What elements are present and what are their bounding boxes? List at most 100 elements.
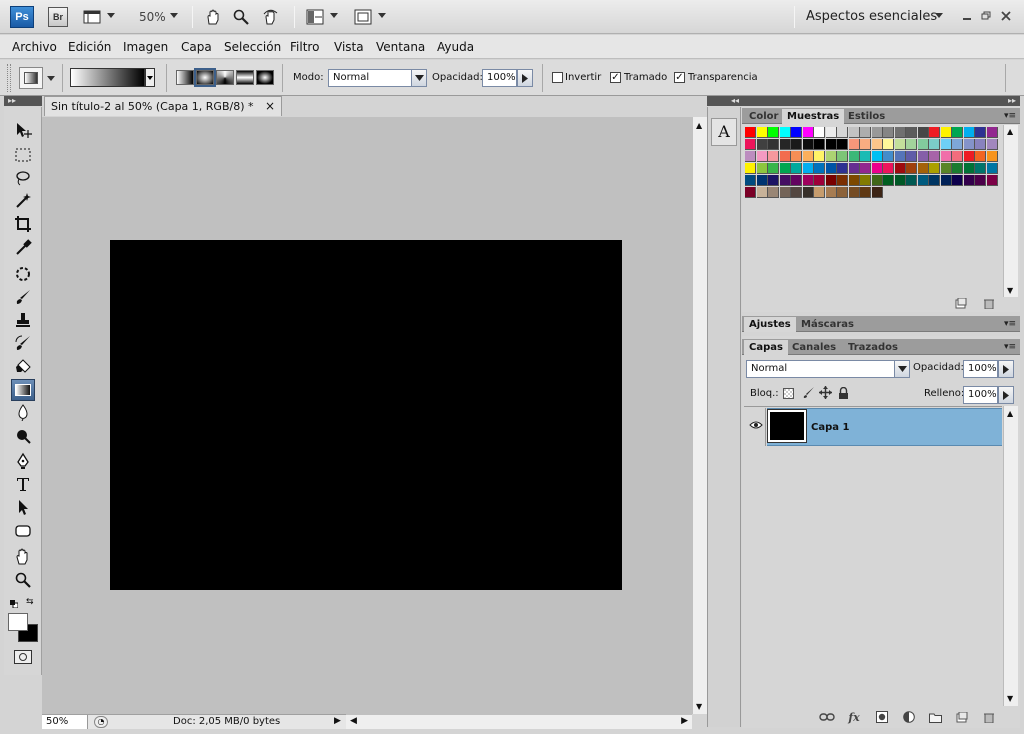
color-swatch[interactable]: [940, 151, 952, 162]
scroll-up-icon[interactable]: ▲: [1007, 409, 1013, 418]
color-swatch[interactable]: [768, 151, 779, 162]
new-swatch-icon[interactable]: [955, 297, 967, 309]
opacity-input[interactable]: 100%: [482, 69, 517, 87]
swatch-grid[interactable]: [745, 127, 998, 199]
trash-icon[interactable]: [983, 298, 995, 310]
layer-opacity-input[interactable]: 100%: [963, 360, 998, 378]
color-swatch[interactable]: [917, 163, 929, 174]
color-swatch[interactable]: [814, 151, 825, 162]
color-swatch[interactable]: [929, 151, 940, 162]
pen-tool-icon[interactable]: [13, 451, 33, 471]
panel-menu-icon[interactable]: ▾≡: [1002, 319, 1016, 329]
color-swatch[interactable]: [814, 163, 825, 174]
color-swatch[interactable]: [975, 163, 986, 174]
color-swatch[interactable]: [986, 127, 998, 138]
reflected-gradient-button[interactable]: [236, 70, 254, 85]
color-swatch[interactable]: [963, 139, 975, 150]
color-swatch[interactable]: [814, 187, 825, 198]
shape-tool-icon[interactable]: [13, 521, 33, 541]
linear-gradient-button[interactable]: [176, 70, 194, 85]
layer-thumbnail[interactable]: [767, 409, 807, 443]
color-swatch[interactable]: [791, 175, 802, 186]
color-swatch[interactable]: [848, 151, 860, 162]
fill-slider-button[interactable]: [998, 386, 1014, 404]
color-swatch[interactable]: [814, 127, 825, 138]
invert-checkbox[interactable]: [552, 72, 563, 83]
dither-checkbox[interactable]: ✓: [610, 72, 621, 83]
menu-ventana[interactable]: Ventana: [376, 40, 425, 54]
tab-canales[interactable]: Canales: [787, 340, 841, 355]
color-swatch[interactable]: [802, 187, 814, 198]
color-swatch[interactable]: [837, 187, 848, 198]
color-swatch[interactable]: [894, 151, 906, 162]
adjustment-icon[interactable]: [902, 711, 916, 723]
color-swatch[interactable]: [768, 175, 779, 186]
magic-wand-icon[interactable]: [13, 190, 33, 210]
color-swatch[interactable]: [814, 139, 825, 150]
color-swatch[interactable]: [975, 127, 986, 138]
hand-tool-icon[interactable]: [13, 547, 33, 567]
gradient-picker-dropdown[interactable]: [145, 68, 155, 87]
color-swatch[interactable]: [848, 127, 860, 138]
color-swatch[interactable]: [802, 151, 814, 162]
screen-mode-icon[interactable]: [354, 8, 372, 26]
lock-transparency-icon[interactable]: [783, 388, 794, 399]
bridge-launch-button[interactable]: Br: [48, 7, 68, 27]
character-panel-icon[interactable]: A: [711, 118, 737, 146]
color-swatch[interactable]: [929, 175, 940, 186]
color-swatch[interactable]: [894, 163, 906, 174]
link-icon[interactable]: [818, 711, 836, 723]
color-swatch[interactable]: [929, 163, 940, 174]
gradient-tool-icon[interactable]: [11, 379, 35, 401]
menu-seleccion[interactable]: Selección: [224, 40, 281, 54]
menu-vista[interactable]: Vista: [334, 40, 364, 54]
color-swatch[interactable]: [917, 175, 929, 186]
radial-gradient-button[interactable]: [194, 68, 216, 87]
fx-icon[interactable]: fx: [847, 711, 861, 724]
color-swatch[interactable]: [917, 151, 929, 162]
color-swatch[interactable]: [986, 151, 998, 162]
color-swatch[interactable]: [929, 139, 940, 150]
color-swatch[interactable]: [894, 175, 906, 186]
color-swatch[interactable]: [986, 163, 998, 174]
color-swatch[interactable]: [940, 139, 952, 150]
close-icon[interactable]: ×: [265, 99, 275, 113]
move-tool-icon[interactable]: [13, 120, 33, 140]
menu-filtro[interactable]: Filtro: [290, 40, 319, 54]
workspace-switcher[interactable]: Aspectos esenciales: [806, 9, 937, 24]
color-swatch[interactable]: [952, 163, 963, 174]
eyedropper-tool-icon[interactable]: [13, 237, 33, 257]
lock-all-icon[interactable]: [838, 386, 849, 399]
color-swatch[interactable]: [768, 163, 779, 174]
color-swatch[interactable]: [745, 187, 756, 198]
color-swatch[interactable]: [756, 175, 768, 186]
color-swatch[interactable]: [929, 127, 940, 138]
tab-trazados[interactable]: Trazados: [843, 340, 903, 355]
chevron-down-icon[interactable]: [47, 76, 55, 81]
eraser-tool-icon[interactable]: [13, 356, 33, 376]
color-swatch[interactable]: [791, 151, 802, 162]
lock-position-icon[interactable]: [819, 386, 832, 399]
color-swatch[interactable]: [779, 163, 791, 174]
trash-icon[interactable]: [982, 711, 996, 723]
mask-icon[interactable]: [875, 711, 889, 723]
document-canvas[interactable]: [110, 240, 622, 590]
color-swatch[interactable]: [802, 139, 814, 150]
color-swatch[interactable]: [963, 151, 975, 162]
zoom-level[interactable]: 50%: [139, 10, 166, 24]
color-swatch[interactable]: [825, 127, 837, 138]
swatches-scrollbar[interactable]: ▲ ▼: [1003, 125, 1018, 297]
chevron-down-icon[interactable]: [330, 13, 338, 18]
color-swatch[interactable]: [940, 163, 952, 174]
path-selection-icon[interactable]: [13, 497, 33, 517]
color-swatch[interactable]: [894, 127, 906, 138]
scroll-down-icon[interactable]: ▼: [1007, 286, 1013, 295]
color-swatch[interactable]: [814, 175, 825, 186]
color-swatch[interactable]: [917, 127, 929, 138]
color-swatch[interactable]: [906, 139, 917, 150]
minimize-icon[interactable]: [960, 10, 974, 22]
scroll-down-icon[interactable]: ▼: [1007, 694, 1013, 703]
hand-tool-icon[interactable]: [204, 8, 222, 26]
scroll-down-icon[interactable]: ▼: [696, 702, 702, 711]
color-swatch[interactable]: [756, 163, 768, 174]
